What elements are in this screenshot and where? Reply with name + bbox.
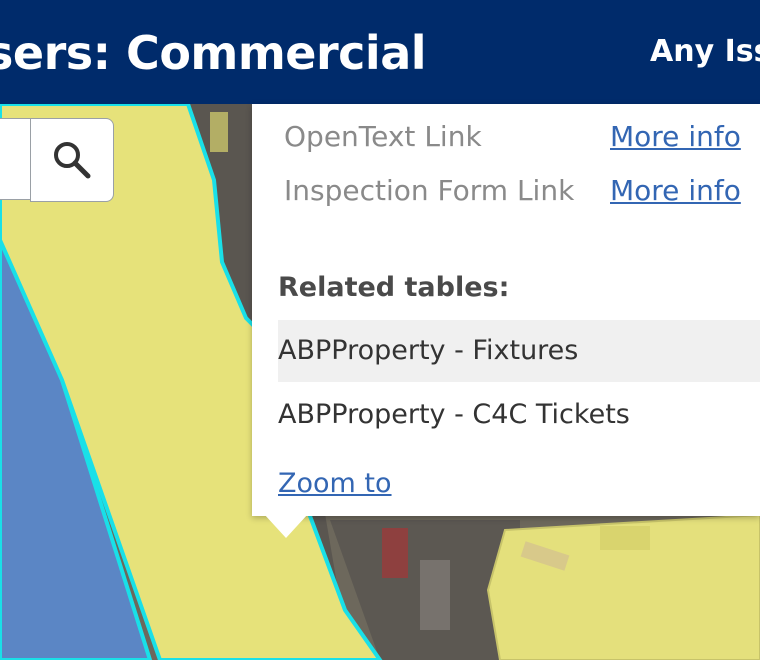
rail-car: [210, 112, 228, 152]
attribute-label-inspection-form: Inspection Form Link: [284, 174, 575, 207]
zoom-to-link[interactable]: Zoom to: [278, 468, 392, 499]
related-table-c4c-tickets[interactable]: ABPProperty - C4C Tickets: [278, 384, 760, 446]
search-button[interactable]: [30, 118, 114, 202]
header-right-text[interactable]: Any Iss: [650, 34, 760, 69]
inspection-form-more-info-link[interactable]: More info: [610, 174, 741, 207]
related-tables-heading: Related tables:: [278, 272, 510, 303]
attribute-label-opentext: OpenText Link: [284, 120, 482, 153]
building-roof: [600, 526, 650, 550]
opentext-more-info-link[interactable]: More info: [610, 120, 741, 153]
feature-popup: OpenText Link More info Inspection Form …: [252, 104, 760, 516]
building-roof: [420, 560, 450, 630]
search-icon: [54, 142, 91, 179]
popup-pointer: [264, 514, 308, 538]
app-title: sers: Commercial: [0, 26, 427, 80]
app-header: sers: Commercial Any Iss: [0, 0, 760, 104]
related-table-fixtures[interactable]: ABPProperty - Fixtures: [278, 320, 760, 382]
rail-car: [382, 528, 408, 578]
search-input[interactable]: [0, 118, 30, 200]
